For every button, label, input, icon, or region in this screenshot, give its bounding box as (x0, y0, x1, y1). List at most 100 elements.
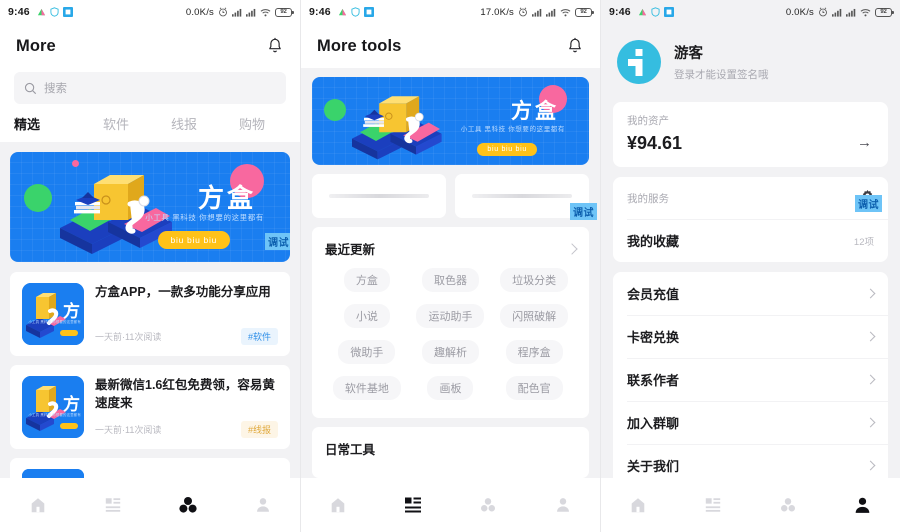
chip-item[interactable]: 配色官 (492, 376, 576, 400)
menu-item-redeem[interactable]: 卡密兑换 (613, 315, 888, 358)
bell-icon[interactable] (566, 37, 584, 55)
menu-item-about[interactable]: 关于我们 (613, 444, 888, 478)
chip-item[interactable]: 软件基地 (325, 376, 409, 400)
favorites-row[interactable]: 我的收藏 12项 (613, 219, 888, 262)
tab-shopping[interactable]: 购物 (218, 114, 286, 133)
tab-deals[interactable]: 线报 (150, 114, 218, 133)
tab-home[interactable] (301, 496, 376, 514)
promo-banner[interactable]: 方盒 小工具 黑科技 你想要的这里都有 biu biu biu (312, 77, 589, 165)
chip-label: 软件基地 (332, 376, 401, 400)
section-title: 最近更新 (325, 243, 376, 257)
chip-item[interactable]: 程序盒 (492, 340, 576, 364)
banner-cta-button[interactable]: biu biu biu (477, 143, 537, 156)
signal-1-icon (832, 8, 842, 17)
tab-tools[interactable] (75, 496, 150, 514)
tab-apps[interactable] (751, 496, 826, 514)
tab-apps[interactable] (150, 495, 225, 515)
menu-item-recharge[interactable]: 会员充值 (613, 272, 888, 315)
alarm-icon (518, 7, 528, 17)
banner-cta-button[interactable]: biu biu biu (157, 231, 230, 249)
debug-badge[interactable]: 调试 (265, 233, 290, 250)
status-right-icons: 0.0K/s 92 (186, 7, 294, 18)
battery-icon: 92 (575, 7, 594, 17)
banner-title: 方盒 (511, 100, 559, 123)
profile-desc: 登录才能设置签名哦 (674, 69, 769, 81)
search-input[interactable]: 搜索 (14, 72, 286, 104)
tab-software[interactable]: 软件 (82, 114, 150, 133)
avatar[interactable] (617, 40, 661, 84)
promo-banner[interactable]: 方盒 小工具 黑科技 你想要的这里都有 biu biu biu 调试 (10, 152, 290, 262)
tab-home[interactable] (0, 496, 75, 514)
tab-apps[interactable] (451, 496, 526, 514)
chip-item[interactable]: 方盒 (325, 268, 409, 292)
menu-item-contact[interactable]: 联系作者 (613, 358, 888, 401)
article-footer: 一天前·11次阅读 #线报 (95, 421, 278, 438)
arrow-right-icon[interactable]: → (857, 134, 872, 151)
chip-item[interactable]: 垃圾分类 (492, 268, 576, 292)
status-left-icons (37, 7, 73, 17)
banner-title: 方盒 (197, 183, 256, 213)
chip-label: 垃圾分类 (500, 268, 569, 292)
status-left-icons (338, 7, 374, 17)
chip-item[interactable]: 运动助手 (409, 304, 493, 328)
tab-tools[interactable] (676, 496, 751, 514)
chip-label: 小说 (343, 304, 390, 328)
bell-icon[interactable] (266, 37, 284, 55)
banner-illustration (352, 96, 442, 160)
chip-item[interactable]: 微助手 (325, 340, 409, 364)
menu-card: 会员充值 卡密兑换 联系作者 加入群聊 关于我们 (613, 272, 888, 478)
skeleton-card[interactable] (455, 174, 589, 218)
chip-item[interactable]: 取色器 (409, 268, 493, 292)
section-header: 最近更新 (325, 239, 578, 258)
menu-item-group[interactable]: 加入群聊 (613, 401, 888, 444)
chip-item[interactable]: 趣解析 (409, 340, 493, 364)
section-recent-updates: 调试 最近更新 方盒 取色器 垃圾分类 小说 运动助手 闪照破解 微助手 趣解析… (312, 203, 597, 418)
page-title: More tools (317, 36, 402, 55)
bottom-tab-bar (601, 478, 900, 532)
banner-subtitle: 小工具 黑科技 你想要的这里都有 (460, 126, 565, 133)
tab-home[interactable] (601, 496, 676, 514)
article-tag[interactable]: #软件 (240, 328, 278, 345)
search-placeholder: 搜索 (44, 83, 67, 95)
tab-profile[interactable] (525, 496, 600, 514)
battery-level: 92 (280, 9, 287, 15)
banner-green-circle (324, 99, 346, 121)
chevron-right-icon[interactable] (566, 242, 578, 255)
article-meta: 一天前·11次阅读 (95, 425, 162, 435)
menu-item-label: 卡密兑换 (627, 330, 680, 345)
skeleton-card[interactable] (312, 174, 446, 218)
triangle-icon (37, 8, 46, 17)
person-icon (256, 498, 269, 512)
article-title: 方盒APP，一款多功能分享应用 (95, 285, 271, 299)
tab-featured[interactable]: 精选 (14, 114, 82, 133)
profile-header[interactable]: 游客 登录才能设置签名哦 (601, 24, 900, 102)
signal-2-icon (246, 8, 256, 17)
article-tag[interactable]: #线报 (240, 421, 278, 438)
status-time: 9:46 (309, 6, 331, 18)
article-card-partial[interactable] (10, 458, 290, 478)
wifi-icon (260, 8, 271, 17)
panel-body: 方盒 小工具 黑科技 你想要的这里都有 biu biu biu 调试 最近更新 … (301, 68, 600, 478)
panel-profile: 9:46 0.0K/s 92 游客 登录才能设置签名哦 我的资产 ¥94.61 … (600, 0, 900, 532)
thumb-subtitle: 小工具 黑科技 你想要的这里都有 (28, 320, 81, 324)
tab-profile[interactable] (825, 496, 900, 515)
status-time: 9:46 (609, 6, 631, 18)
debug-badge[interactable]: 调试 (570, 203, 597, 220)
asset-card[interactable]: 我的资产 ¥94.61 → (613, 102, 888, 167)
chip-label: 运动助手 (416, 304, 485, 328)
article-card[interactable]: 方 小工具 黑科技 你想要的这里都有 最新微信1.6红包免费领，容易黄速度来 一… (10, 365, 290, 449)
signal-1-icon (232, 8, 242, 17)
section-daily-tools: 日常工具 (312, 427, 589, 478)
page-title: More (16, 36, 56, 55)
apps-icon (178, 497, 197, 513)
chip-item[interactable]: 闪照破解 (492, 304, 576, 328)
service-label: 我的服务 (627, 192, 669, 205)
tab-profile[interactable] (225, 496, 300, 514)
chip-item[interactable]: 小说 (325, 304, 409, 328)
panel-body: 游客 登录才能设置签名哦 我的资产 ¥94.61 → 我的服务 调试 我的收藏 … (601, 24, 900, 478)
chip-item[interactable]: 画板 (409, 376, 493, 400)
banner-subtitle: 小工具 黑科技 你想要的这里都有 (145, 213, 264, 222)
tab-tools[interactable] (376, 495, 451, 515)
debug-badge[interactable]: 调试 (855, 195, 882, 212)
article-card[interactable]: 方 小工具 黑科技 你想要的这里都有 方盒APP，一款多功能分享应用 一天前·1… (10, 272, 290, 356)
